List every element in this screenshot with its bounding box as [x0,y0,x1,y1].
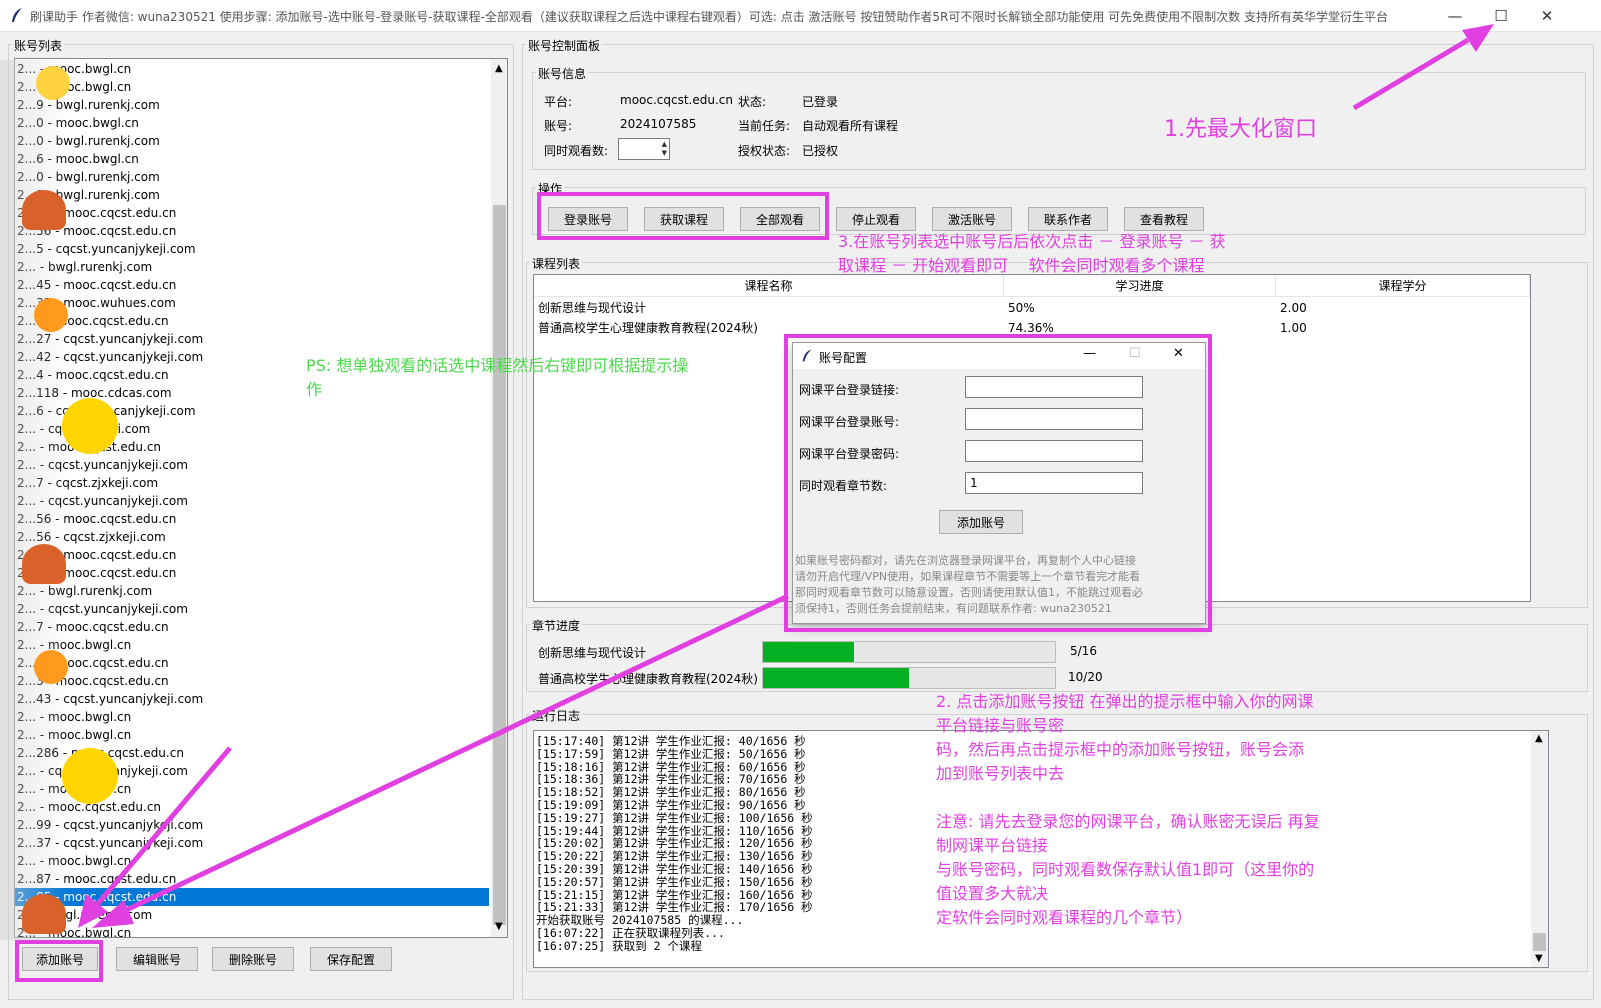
annotation-ps: PS: 想单独观看的话选中课程然后右键即可根据提示操 作 [306,356,689,399]
annotation-step3: 3.在账号列表选中账号后后依次点击 － 登录账号 － 获 取课程 － 开始观看即… [838,232,1226,275]
arrow-dialog-to-add [116,593,790,917]
arrow-to-maximize [1352,37,1470,111]
arrow-to-add-button [94,746,232,908]
annotation-step2: 2. 点击添加账号按钮 在弹出的提示框中输入你的网课 平台链接与账号密 码，然后… [936,692,1320,927]
annotation-arrows [78,24,1494,928]
annotation-maximize: 1.先最大化窗口 [1164,117,1317,142]
